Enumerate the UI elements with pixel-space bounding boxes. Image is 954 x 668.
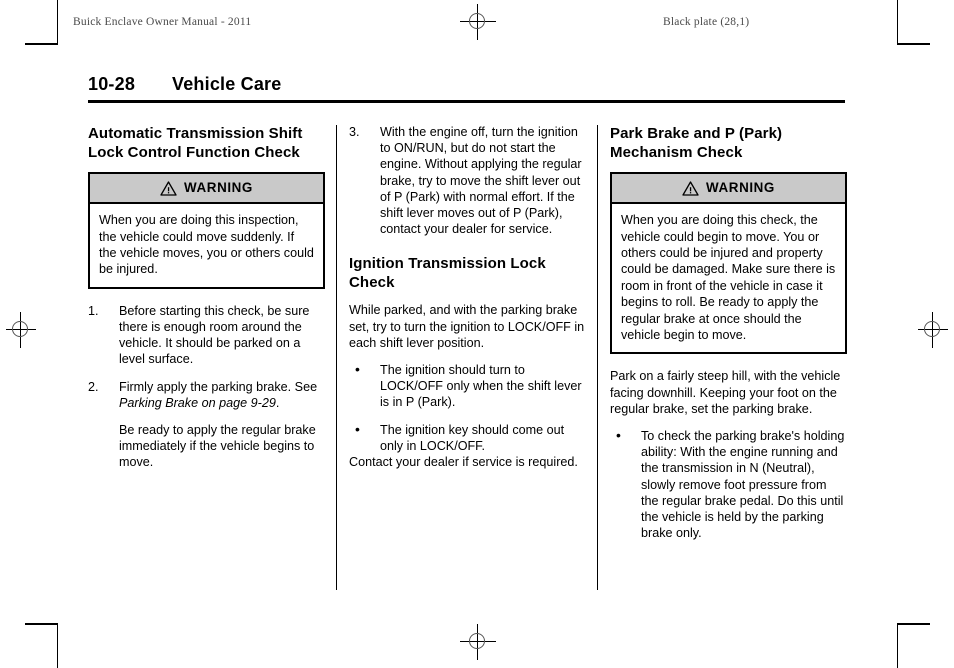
list-item-text: The ignition key should come out only in… [380, 422, 565, 453]
page-section-title: Vehicle Care [172, 74, 282, 94]
warning-triangle-icon [682, 180, 699, 196]
heading-ignition-transmission-lock-check: Ignition Transmission Lock Check [349, 255, 546, 292]
list-item-text: Firmly apply the parking brake. See Park… [119, 379, 325, 411]
page-title-rule [88, 100, 845, 103]
list-item-marker: 2. [88, 379, 99, 394]
document-title-running-head: Buick Enclave Owner Manual - 2011 [73, 16, 252, 28]
warning-triangle-icon [160, 180, 177, 196]
park-brake-check-intro: Park on a fairly steep hill, with the ve… [610, 369, 841, 416]
crop-mark-top-right-vertical [897, 0, 898, 44]
bullet-glyph: • [616, 427, 621, 444]
list-item-text: With the engine off, turn the ignition t… [380, 125, 582, 237]
procedure-list-column-1: 1. Before starting this check, be sure t… [88, 303, 325, 471]
warning-body-text: When you are doing this inspection, the … [99, 213, 314, 277]
registration-mark-left [3, 312, 39, 348]
page-number: 10-28 [88, 74, 136, 94]
black-plate-running-head: Black plate (28,1) [663, 16, 750, 28]
page-columns: Automatic Transmission Shift Lock Contro… [88, 124, 848, 590]
list-item: 2. Firmly apply the parking brake. See P… [88, 379, 325, 471]
list-item: • The ignition key should come out only … [349, 420, 586, 454]
warning-label: WARNING [706, 180, 775, 195]
list-item-marker: 1. [88, 303, 99, 318]
registration-mark-bottom [460, 624, 496, 660]
crop-mark-top-left-horizontal [25, 43, 58, 45]
warning-body-text: When you are doing this check, the vehic… [621, 213, 836, 343]
list-item: 1. Before starting this check, be sure t… [88, 303, 325, 368]
warning-box-header: WARNING [612, 174, 845, 205]
crop-mark-top-left-vertical [57, 0, 58, 44]
crop-mark-bottom-left-vertical [57, 624, 58, 668]
warning-box-park-brake: WARNING When you are doing this check, t… [610, 172, 847, 355]
list-item: • The ignition should turn to LOCK/OFF o… [349, 362, 586, 411]
crop-mark-bottom-right-vertical [897, 624, 898, 668]
warning-box-header: WARNING [90, 174, 323, 205]
cross-reference-tail: . [275, 395, 280, 410]
column-3: Park Brake and P (Park) Mechanism Check … [610, 124, 847, 590]
heading-automatic-transmission-shift-lock-control-function-check: Automatic Transmission Shift Lock Contro… [88, 125, 303, 161]
list-item: 3. With the engine off, turn the ignitio… [349, 124, 586, 237]
warning-box-shift-lock: WARNING When you are doing this inspecti… [88, 172, 325, 289]
crop-mark-bottom-left-horizontal [25, 623, 58, 625]
ignition-lock-check-closing: Contact your dealer if service is requir… [349, 455, 578, 470]
list-item-text: To check the parking brake's holding abi… [641, 429, 845, 541]
heading-park-brake-and-p-park-mechanism-check: Park Brake and P (Park) Mechanism Check [610, 125, 783, 161]
column-divider-2 [586, 124, 610, 590]
cross-reference-link[interactable]: Parking Brake on page 9-29 [119, 396, 276, 410]
list-item-text: Before starting this check, be sure ther… [119, 303, 310, 367]
bullet-list-column-2: • The ignition should turn to LOCK/OFF o… [349, 362, 586, 454]
crop-mark-bottom-right-horizontal [897, 623, 930, 625]
column-1: Automatic Transmission Shift Lock Contro… [88, 124, 325, 590]
list-item-text-lead: Firmly apply the parking brake. See [119, 379, 318, 394]
list-item: • To check the parking brake's holding a… [610, 428, 847, 541]
procedure-list-column-2: 3. With the engine off, turn the ignitio… [349, 124, 586, 237]
registration-mark-right [915, 312, 951, 348]
list-item-text: The ignition should turn to LOCK/OFF onl… [380, 363, 582, 410]
bullet-list-column-3: • To check the parking brake's holding a… [610, 428, 847, 541]
page-header: 10-28 Vehicle Care [88, 74, 845, 103]
bullet-glyph: • [355, 361, 360, 378]
list-item-marker: 3. [349, 125, 360, 139]
list-item-text-secondary: Be ready to apply the regular brake imme… [119, 423, 316, 470]
crop-mark-top-right-horizontal [897, 43, 930, 45]
column-divider-1 [325, 124, 349, 590]
registration-mark-top [460, 4, 496, 40]
column-2: 3. With the engine off, turn the ignitio… [349, 124, 586, 590]
ignition-lock-check-intro: While parked, and with the parking brake… [349, 303, 585, 350]
warning-label: WARNING [184, 180, 253, 195]
bullet-glyph: • [355, 420, 360, 437]
